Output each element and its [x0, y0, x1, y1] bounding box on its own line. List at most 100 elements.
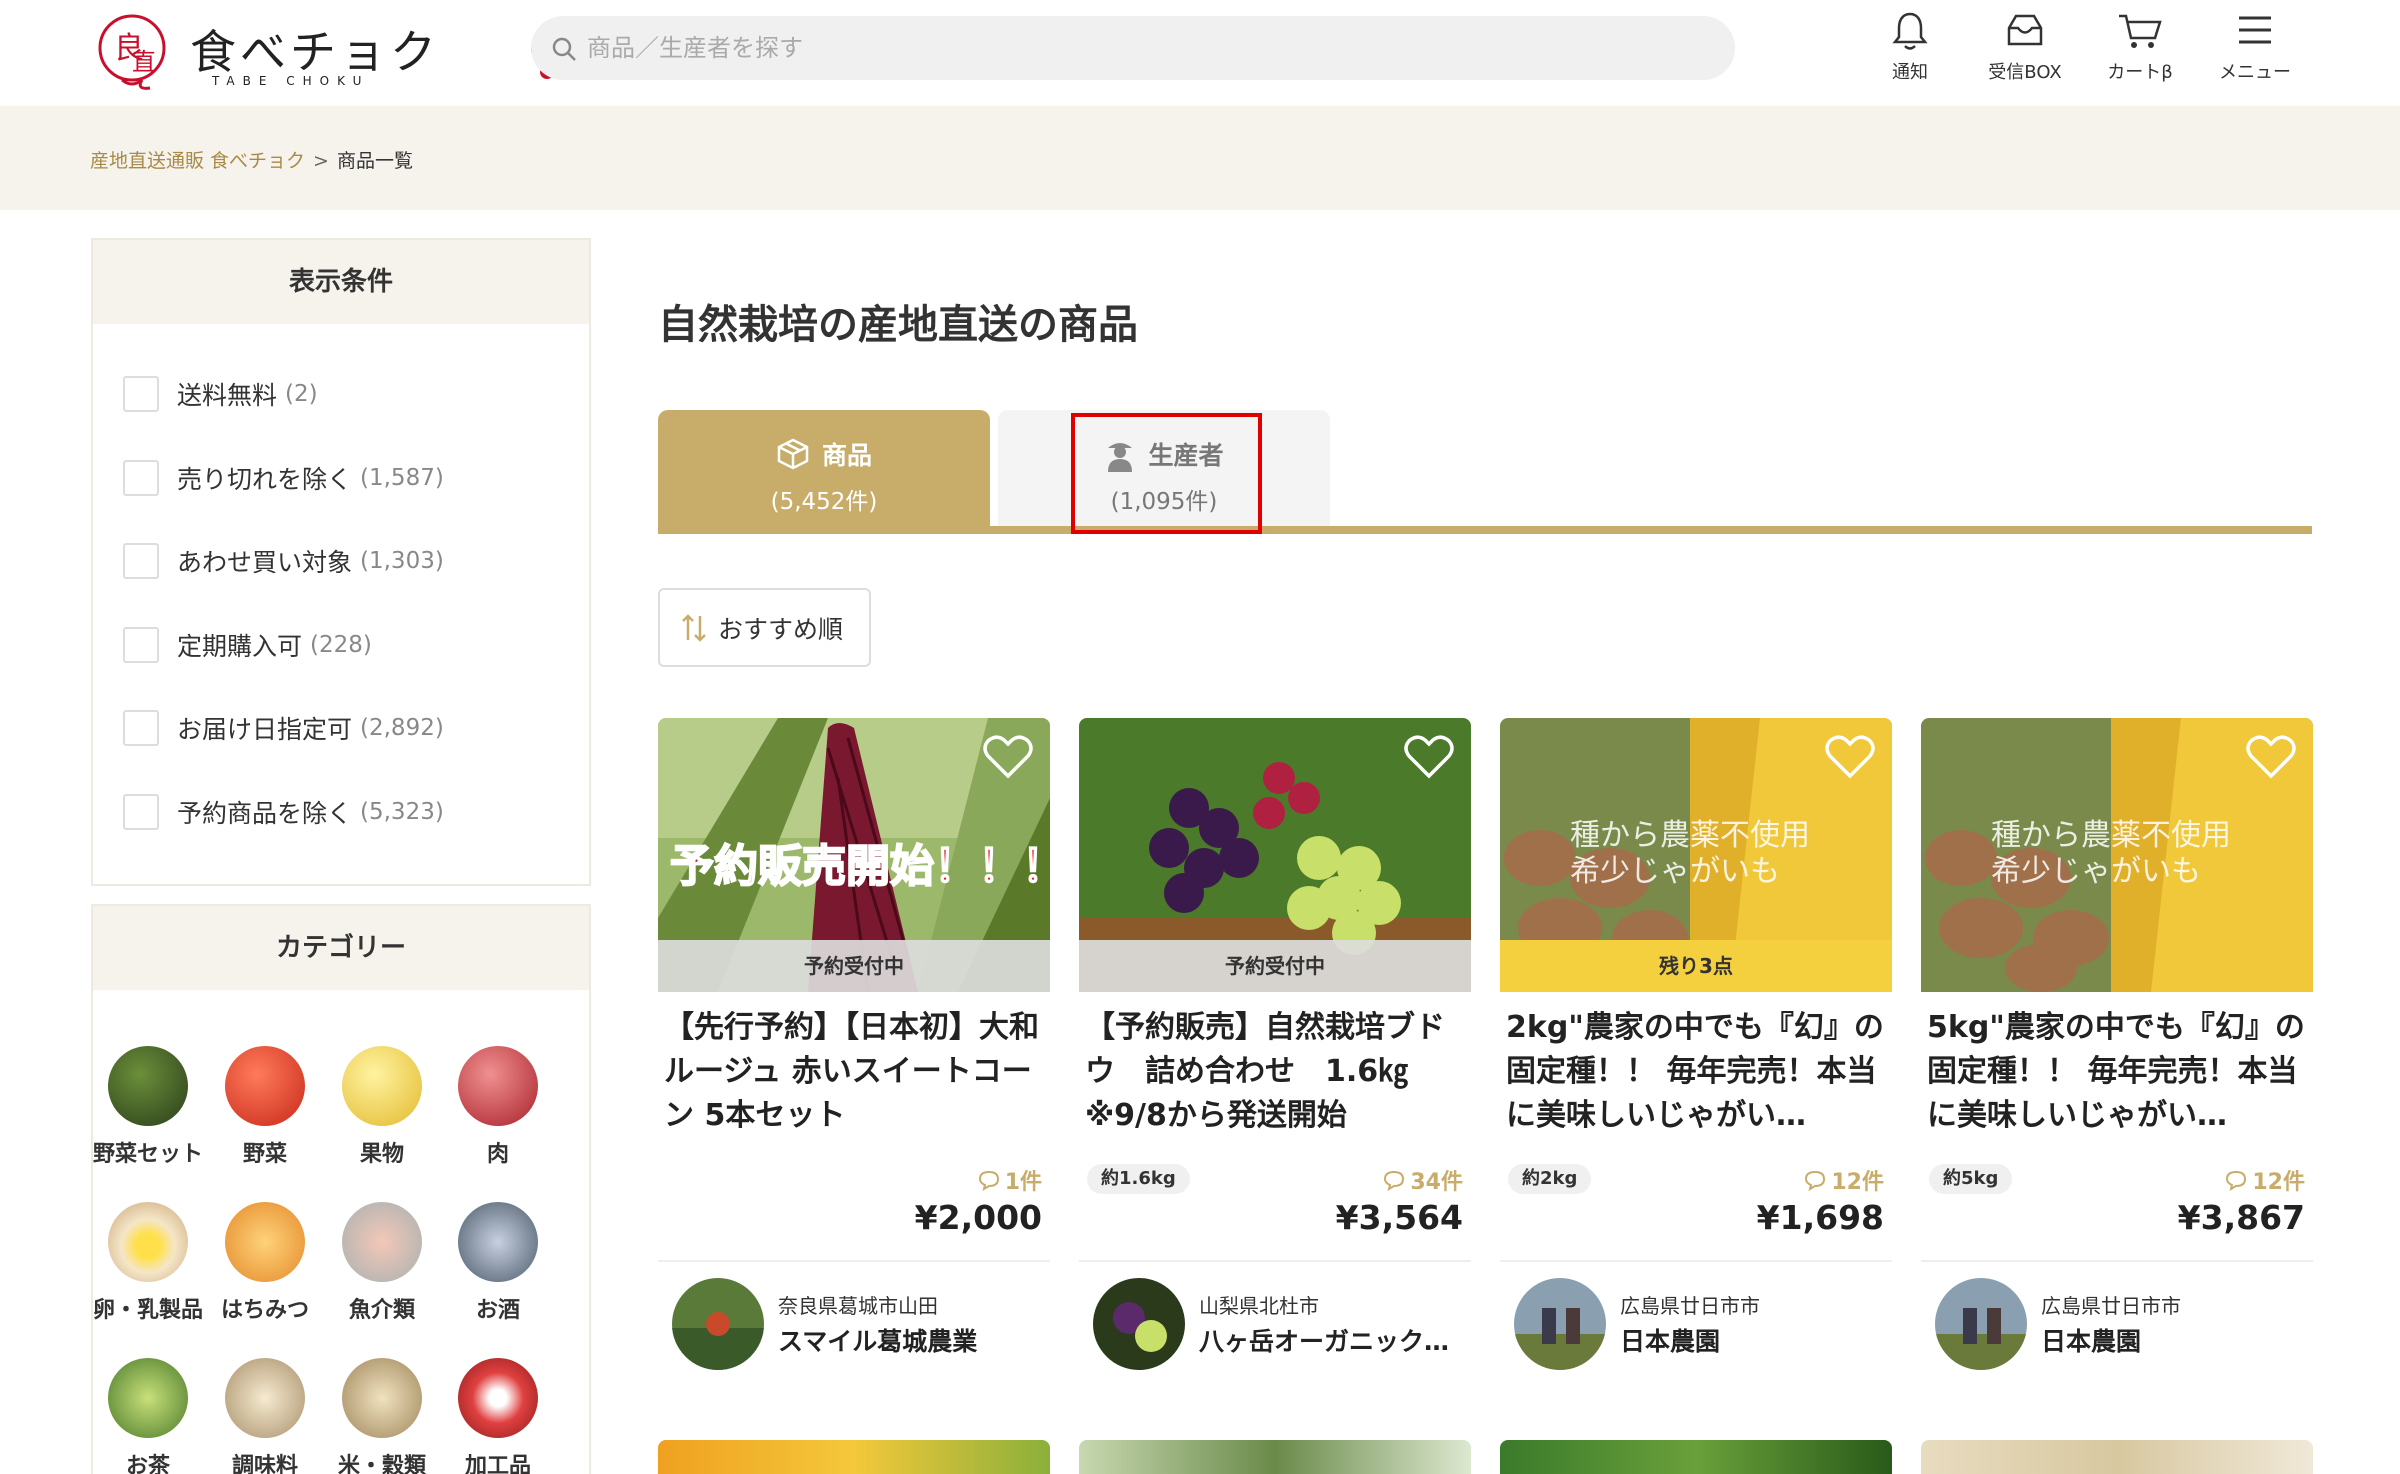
producer-location: 広島県廿日市市: [2041, 1294, 2181, 1318]
product-card[interactable]: 予約販売開始！！！ 予約受付中 【先行予約】【日本初】大和ルージュ 赤いスイート…: [658, 718, 1050, 1370]
category-label: お酒: [475, 1298, 520, 1323]
product-card[interactable]: 種から農薬不使用 希少じゃがいも 残り3点 2kg"農家の中でも『幻』の固定種！…: [1500, 718, 1892, 1370]
category-label: 果物: [359, 1142, 404, 1167]
product-title[interactable]: 【先行予約】【日本初】大和ルージュ 赤いスイートコーン 5本セット: [664, 1006, 1048, 1138]
category-processed-foods[interactable]: 加工品: [443, 1358, 553, 1474]
product-image[interactable]: 種から農薬不使用 希少じゃがいも: [1921, 718, 2313, 992]
category-eggs-dairy[interactable]: 卵・乳製品: [93, 1202, 203, 1324]
filter-free-shipping[interactable]: 送料無料 (2): [123, 374, 318, 414]
product-card-partial[interactable]: [1921, 1440, 2313, 1474]
filter-panel-title: 表示条件: [93, 240, 589, 324]
favorite-heart-icon[interactable]: [1403, 732, 1455, 780]
filter-exclude-preorder[interactable]: 予約商品を除く (5,323): [123, 792, 444, 832]
category-label: お茶: [125, 1454, 170, 1474]
filter-subscription[interactable]: 定期購入可 (228): [123, 625, 372, 665]
inbox-button[interactable]: 受信BOX: [1975, 10, 2075, 90]
category-image: [225, 1358, 305, 1438]
favorite-heart-icon[interactable]: [1824, 732, 1876, 780]
filter-exclude-sold-out[interactable]: 売り切れを除く (1,587): [123, 458, 444, 498]
producer-avatar[interactable]: [1093, 1278, 1185, 1370]
search-input[interactable]: [587, 28, 1687, 68]
page-title: 自然栽培の産地直送の商品: [658, 302, 1138, 348]
product-weight-badge: 約2kg: [1508, 1164, 1592, 1194]
site-logo[interactable]: 良 直 食べチョク TABE CHOKU: [92, 8, 567, 92]
category-vegetable-set[interactable]: 野菜セット: [93, 1046, 203, 1168]
search-bar[interactable]: [531, 16, 1735, 80]
category-label: 加工品: [464, 1454, 531, 1474]
category-image: [225, 1202, 305, 1282]
category-rice-grains[interactable]: 米・穀類: [327, 1358, 437, 1474]
product-image[interactable]: 種から農薬不使用 希少じゃがいも 残り3点: [1500, 718, 1892, 992]
producer-photo: [672, 1278, 764, 1370]
tab-products[interactable]: 商品 (5,452件): [658, 410, 990, 532]
sort-button[interactable]: おすすめ順: [658, 588, 871, 667]
filter-delivery-date[interactable]: お届け日指定可 (2,892): [123, 708, 444, 748]
tab-products-label: 商品: [821, 441, 872, 470]
card-divider: [1921, 1260, 2313, 1262]
product-image[interactable]: 予約受付中: [1079, 718, 1471, 992]
producer-avatar[interactable]: [672, 1278, 764, 1370]
product-image[interactable]: 予約販売開始！！！ 予約受付中: [658, 718, 1050, 992]
cart-button[interactable]: カートβ: [2090, 10, 2190, 90]
producer-avatar[interactable]: [1514, 1278, 1606, 1370]
category-image: [458, 1046, 538, 1126]
category-honey[interactable]: はちみつ: [210, 1202, 320, 1324]
producer-name[interactable]: 日本農園: [2041, 1322, 2311, 1358]
notification-button[interactable]: 通知: [1860, 10, 1960, 90]
category-vegetables[interactable]: 野菜: [210, 1046, 320, 1168]
filter-label: 売り切れを除く: [177, 465, 353, 494]
logo-mark-icon: 良 直: [98, 14, 166, 90]
category-image: [342, 1202, 422, 1282]
producer-name[interactable]: 日本農園: [1620, 1322, 1890, 1358]
breadcrumb-home-link[interactable]: 産地直送通販 食べチョク: [90, 150, 305, 172]
filter-count: (2): [285, 381, 318, 407]
notification-label: 通知: [1892, 62, 1928, 83]
category-alcohol[interactable]: お酒: [443, 1202, 553, 1324]
favorite-heart-icon[interactable]: [2245, 732, 2297, 780]
filter-bundle-purchase[interactable]: あわせ買い対象 (1,303): [123, 541, 444, 581]
svg-text:直: 直: [132, 48, 156, 76]
menu-icon: [2239, 16, 2271, 44]
category-tea[interactable]: お茶: [93, 1358, 203, 1474]
category-label: 肉: [486, 1142, 509, 1167]
card-divider: [1079, 1260, 1471, 1262]
product-card[interactable]: 種から農薬不使用 希少じゃがいも 5kg"農家の中でも『幻』の固定種！！ 毎年完…: [1921, 718, 2313, 1370]
filter-count: (228): [310, 632, 372, 658]
category-meat[interactable]: 肉: [443, 1046, 553, 1168]
product-card[interactable]: 予約受付中 【予約販売】自然栽培ブドウ 詰め合わせ 1.6㎏ ※9/8から発送開…: [1079, 718, 1471, 1370]
filter-checkbox[interactable]: [123, 627, 159, 663]
producer-name[interactable]: スマイル葛城農業: [778, 1322, 1048, 1358]
filter-count: (1,303): [360, 548, 444, 574]
category-image: [458, 1202, 538, 1282]
breadcrumb-separator: >: [313, 150, 329, 172]
producer-avatar[interactable]: [1935, 1278, 2027, 1370]
category-image: [342, 1046, 422, 1126]
product-card-partial[interactable]: [1500, 1440, 1892, 1474]
review-count-text: 34件: [1410, 1170, 1463, 1195]
category-label: 米・穀類: [337, 1454, 426, 1474]
product-review-count: 34件: [1382, 1164, 1463, 1196]
filter-panel: 表示条件 送料無料 (2) 売り切れを除く (1,587) あわせ買い対象 (1…: [91, 238, 591, 886]
category-fruit[interactable]: 果物: [327, 1046, 437, 1168]
product-title[interactable]: 【予約販売】自然栽培ブドウ 詰め合わせ 1.6㎏ ※9/8から発送開始: [1085, 1006, 1469, 1138]
menu-button[interactable]: メニュー: [2205, 10, 2305, 90]
filter-checkbox[interactable]: [123, 543, 159, 579]
category-image: [225, 1046, 305, 1126]
product-card-partial[interactable]: [1079, 1440, 1471, 1474]
producer-location: 奈良県葛城市山田: [778, 1294, 938, 1318]
category-seafood[interactable]: 魚介類: [327, 1202, 437, 1324]
product-title[interactable]: 2kg"農家の中でも『幻』の固定種！！ 毎年完売！本当に美味しいじゃがい…: [1506, 1006, 1890, 1138]
filter-checkbox[interactable]: [123, 376, 159, 412]
filter-checkbox[interactable]: [123, 794, 159, 830]
favorite-heart-icon[interactable]: [982, 732, 1034, 780]
filter-label: 予約商品を除く: [177, 799, 353, 828]
inbox-icon: [2007, 14, 2043, 46]
product-title[interactable]: 5kg"農家の中でも『幻』の固定種！！ 毎年完売！本当に美味しいじゃがい…: [1927, 1006, 2311, 1138]
producer-location: 山梨県北杜市: [1199, 1294, 1319, 1318]
product-card-partial[interactable]: [658, 1440, 1050, 1474]
filter-checkbox[interactable]: [123, 710, 159, 746]
producer-name[interactable]: 八ヶ岳オーガニック…: [1199, 1322, 1469, 1358]
category-seasoning[interactable]: 調味料: [210, 1358, 320, 1474]
filter-checkbox[interactable]: [123, 460, 159, 496]
sort-label: おすすめ順: [718, 614, 844, 644]
